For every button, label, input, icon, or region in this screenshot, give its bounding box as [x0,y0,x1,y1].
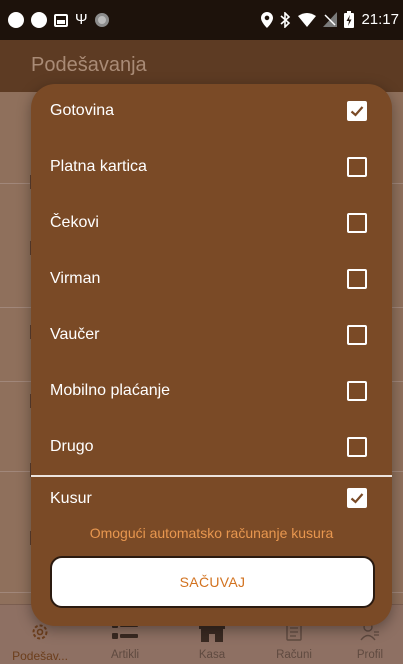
option-label: Gotovina [50,102,115,119]
option-vaucer[interactable]: Vaučer [31,308,392,364]
notification-dot-icon [31,12,47,28]
nav-label-artikli: Artikli [110,649,140,661]
option-label: Virman [50,270,101,287]
nav-label-settings: Podešav... [12,649,68,663]
option-label: Čekovi [50,214,99,231]
nav-label-profil: Profil [356,649,384,661]
divider [31,475,392,477]
checkbox-mobilno-placanje[interactable] [347,381,367,401]
checkbox-drugo[interactable] [347,437,367,457]
notification-dot-icon [8,12,24,28]
usb-icon: Ψ [75,11,88,28]
option-kusur[interactable]: Kusur [31,481,392,521]
option-cekovi[interactable]: Čekovi [31,196,392,252]
checkbox-gotovina[interactable] [347,101,367,121]
option-gotovina[interactable]: Gotovina [31,84,392,140]
checkmark-icon [350,493,364,504]
checkbox-vaucer[interactable] [347,325,367,345]
no-signal-icon [323,12,338,27]
location-icon [261,11,274,28]
option-label: Vaučer [50,326,100,343]
status-bar: Ψ 21:17 [0,0,403,40]
option-drugo[interactable]: Drugo [31,420,392,476]
nav-label-racuni: Računi [276,649,312,661]
battery-charging-icon [344,11,355,28]
option-virman[interactable]: Virman [31,252,392,308]
kusur-hint-text: Omogući automatsko računanje kusura [89,525,334,541]
checkbox-platna-kartica[interactable] [347,157,367,177]
checkmark-icon [350,106,364,117]
option-label: Mobilno plaćanje [50,382,171,399]
page-title: Podešavanja [31,54,147,76]
status-right-icons: 21:17 [261,11,399,28]
gallery-icon [54,13,68,27]
option-label: Kusur [50,490,92,507]
checkbox-cekovi[interactable] [347,213,367,233]
bluetooth-icon [280,11,291,28]
option-label: Platna kartica [50,158,147,175]
option-mobilno-placanje[interactable]: Mobilno plaćanje [31,364,392,420]
checkbox-kusur[interactable] [347,488,367,508]
option-label: Drugo [50,438,94,455]
save-button[interactable]: SAČUVAJ [50,556,375,608]
status-left-icons: Ψ [8,12,109,28]
wifi-icon [298,12,317,27]
nav-label-kasa: Kasa [198,649,226,661]
option-platna-kartica[interactable]: Platna kartica [31,140,392,196]
payment-methods-dialog: Gotovina Platna kartica Čekovi Virman Va… [31,84,392,626]
checkbox-virman[interactable] [347,269,367,289]
status-time: 21:17 [361,11,399,28]
record-icon [94,13,109,27]
